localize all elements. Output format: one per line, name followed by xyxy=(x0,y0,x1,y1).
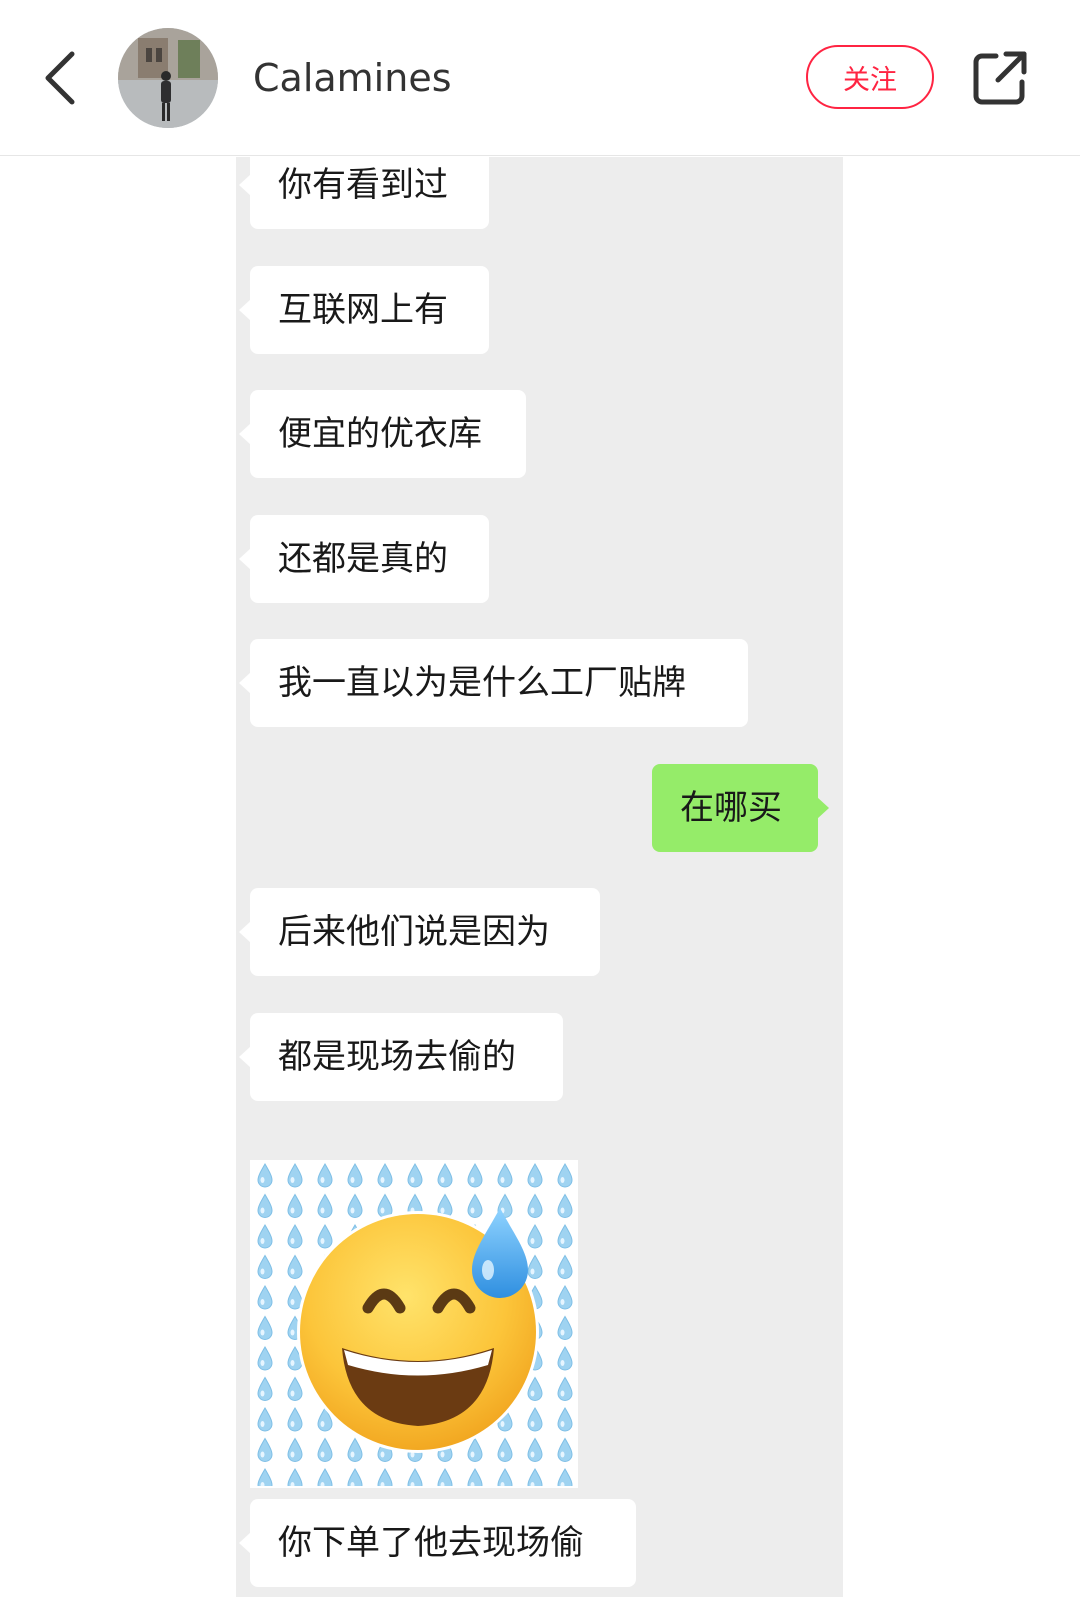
chevron-left-icon xyxy=(45,51,75,105)
author-name[interactable]: Calamines xyxy=(253,50,452,106)
message-text: 还都是真的 xyxy=(278,539,448,579)
author-avatar[interactable] xyxy=(118,28,218,128)
back-button[interactable] xyxy=(30,40,90,116)
message-text: 都是现场去偷的 xyxy=(278,1037,516,1077)
chat-message-left: 你有看到过 xyxy=(239,157,489,229)
emoji-sticker[interactable] xyxy=(250,1160,578,1488)
chat-message-left: 后来他们说是因为 xyxy=(239,888,600,976)
chat-screenshot[interactable]: 你有看到过 互联网上有 便宜的优衣库 还都是真的 我一直以为是什么工厂贴牌 在哪… xyxy=(236,157,843,1597)
note-page: Calamines 关注 你有看到过 互联网上有 便宜的优衣库 还都是真的 我一… xyxy=(0,0,1080,1597)
message-text: 在哪买 xyxy=(680,788,782,828)
message-text: 我一直以为是什么工厂贴牌 xyxy=(278,663,686,703)
message-text: 你下单了他去现场偷 xyxy=(278,1523,584,1563)
chat-message-left: 还都是真的 xyxy=(239,515,489,603)
external-share-icon xyxy=(973,51,1027,105)
message-text: 后来他们说是因为 xyxy=(278,912,550,952)
chat-message-left: 便宜的优衣库 xyxy=(239,390,526,478)
avatar-photo xyxy=(118,28,218,128)
chat-message-right: 在哪买 xyxy=(652,764,829,852)
top-bar: Calamines 关注 xyxy=(0,0,1080,156)
share-button[interactable] xyxy=(968,46,1032,110)
chat-message-left: 我一直以为是什么工厂贴牌 xyxy=(239,639,748,727)
chat-message-left: 都是现场去偷的 xyxy=(239,1013,563,1101)
follow-button[interactable]: 关注 xyxy=(806,45,934,109)
chat-message-left: 你下单了他去现场偷 xyxy=(239,1499,636,1587)
message-text: 便宜的优衣库 xyxy=(278,414,482,454)
message-text: 互联网上有 xyxy=(278,290,448,330)
message-text: 你有看到过 xyxy=(278,165,448,205)
chat-message-left: 互联网上有 xyxy=(239,266,489,354)
grinning-sweat-face-icon xyxy=(250,1160,578,1488)
